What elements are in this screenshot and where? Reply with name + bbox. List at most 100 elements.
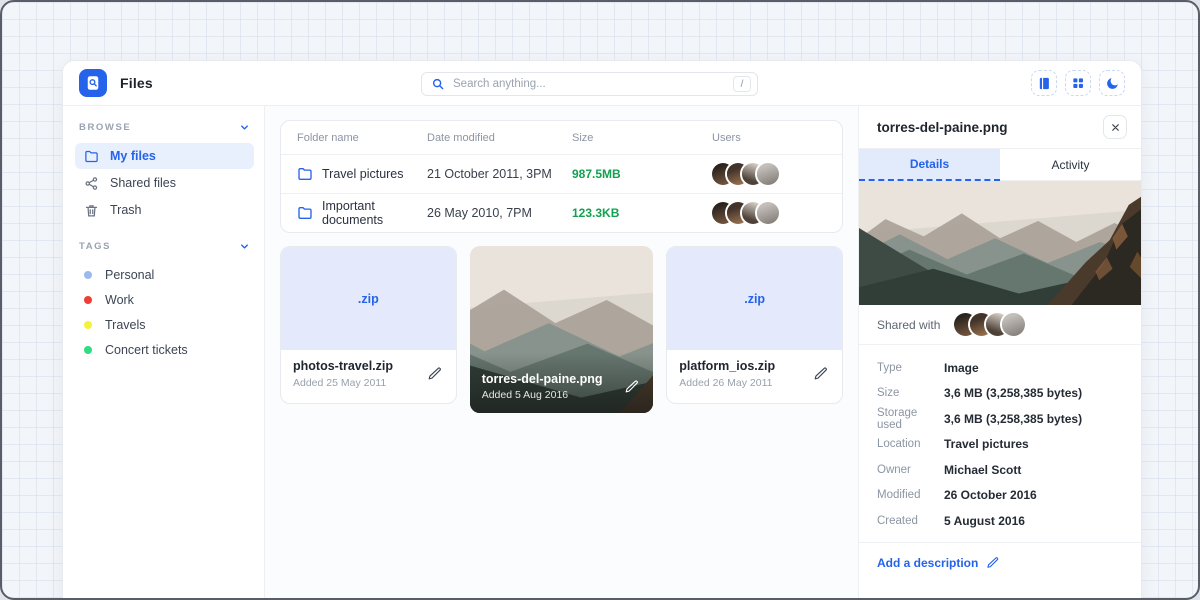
shared-with-label: Shared with <box>877 318 940 332</box>
column-size: Size <box>572 132 712 144</box>
tag-item-travels[interactable]: Travels <box>75 312 254 337</box>
main-content: Folder name Date modified Size Users Tra… <box>265 106 858 600</box>
size-value: 123.3KB <box>572 206 712 220</box>
detail-label: Size <box>877 387 944 399</box>
file-meta: platform_ios.zip Added 26 May 2011 <box>667 350 842 403</box>
date-modified: 26 May 2010, 7PM <box>427 206 572 220</box>
tab-activity[interactable]: Activity <box>1000 149 1141 181</box>
detail-value: 3,6 MB (3,258,385 bytes) <box>944 412 1082 426</box>
table-header: Folder name Date modified Size Users <box>281 121 842 154</box>
detail-value: Travel pictures <box>944 437 1029 451</box>
desktop-background: Files / <box>0 0 1200 600</box>
page-title: Files <box>120 75 153 91</box>
users-avatars <box>712 202 826 224</box>
panel-tabs: Details Activity <box>859 148 1141 181</box>
file-added-date: Added 25 May 2011 <box>293 377 444 389</box>
app-header: Files / <box>63 61 1141 106</box>
detail-row-storage-used: Storage used 3,6 MB (3,258,385 bytes) <box>877 406 1123 432</box>
grid-view-button[interactable] <box>1065 70 1091 96</box>
folder-name: Travel pictures <box>322 167 404 181</box>
detail-label: Modified <box>877 489 944 501</box>
trash-icon <box>84 203 99 218</box>
moon-icon <box>1105 76 1120 91</box>
tab-details[interactable]: Details <box>859 149 1000 181</box>
file-card-photos-travel-zip[interactable]: .zip photos-travel.zip Added 25 May 2011 <box>280 246 457 404</box>
edit-pencil-icon[interactable] <box>624 379 640 395</box>
detail-row-created: Created 5 August 2016 <box>877 508 1123 534</box>
file-details-list: Type Image Size 3,6 MB (3,258,385 bytes)… <box>859 345 1141 543</box>
details-panel: torres-del-paine.png Details Activity Sh… <box>858 106 1141 600</box>
chevron-down-icon[interactable] <box>239 241 250 252</box>
sidebar-item-my-files[interactable]: My files <box>75 143 254 169</box>
app-logo-icon <box>79 69 107 97</box>
tag-label: Concert tickets <box>105 343 188 357</box>
detail-label: Type <box>877 362 944 374</box>
folder-icon <box>297 205 313 221</box>
detail-value: 3,6 MB (3,258,385 bytes) <box>944 386 1082 400</box>
detail-row-owner: Owner Michael Scott <box>877 457 1123 483</box>
column-users: Users <box>712 132 826 144</box>
zip-extension-label: .zip <box>358 292 379 306</box>
detail-label: Owner <box>877 464 944 476</box>
file-card-torres-del-paine[interactable]: torres-del-paine.png Added 5 Aug 2016 <box>470 246 654 413</box>
table-row-important-documents[interactable]: Important documents 26 May 2010, 7PM 123… <box>281 193 842 232</box>
tag-dot-icon <box>84 271 92 279</box>
grid-icon <box>1071 76 1085 90</box>
shared-avatars <box>954 313 1025 336</box>
search-input[interactable] <box>453 78 725 90</box>
panel-title: torres-del-paine.png <box>877 120 1008 135</box>
tag-item-concert-tickets[interactable]: Concert tickets <box>75 337 254 362</box>
file-name: photos-travel.zip <box>293 359 444 373</box>
close-panel-button[interactable] <box>1103 115 1127 139</box>
edit-pencil-icon[interactable] <box>427 366 443 382</box>
folders-table: Folder name Date modified Size Users Tra… <box>280 120 843 233</box>
sidebar-item-shared-files[interactable]: Shared files <box>75 170 254 196</box>
file-name: torres-del-paine.png <box>482 372 603 386</box>
sidebar-item-label: My files <box>110 149 156 163</box>
detail-row-modified: Modified 26 October 2016 <box>877 483 1123 509</box>
share-icon <box>84 176 99 191</box>
dark-mode-button[interactable] <box>1099 70 1125 96</box>
detail-value: 26 October 2016 <box>944 488 1037 502</box>
file-card-platform-ios-zip[interactable]: .zip platform_ios.zip Added 26 May 2011 <box>666 246 843 404</box>
edit-pencil-icon[interactable] <box>813 366 829 382</box>
edit-pencil-icon <box>986 556 1000 570</box>
avatar <box>757 163 779 185</box>
avatar <box>757 202 779 224</box>
sidebar-item-trash[interactable]: Trash <box>75 197 254 223</box>
detail-label: Location <box>877 438 944 450</box>
tags-nav: Personal Work Travels Concert tickets <box>75 262 254 362</box>
notebook-button[interactable] <box>1031 70 1057 96</box>
files-app-window: Files / <box>62 60 1142 600</box>
tag-item-personal[interactable]: Personal <box>75 262 254 287</box>
tag-label: Travels <box>105 318 146 332</box>
detail-row-location: Location Travel pictures <box>877 432 1123 458</box>
search-bar[interactable]: / <box>421 72 758 96</box>
chevron-down-icon[interactable] <box>239 122 250 133</box>
detail-label: Storage used <box>877 407 944 431</box>
folder-name: Important documents <box>322 199 427 227</box>
zip-preview: .zip <box>281 247 456 350</box>
users-avatars <box>712 163 826 185</box>
panel-title-row: torres-del-paine.png <box>859 106 1141 148</box>
avatar <box>1002 313 1025 336</box>
detail-value: Image <box>944 361 979 375</box>
sidebar-section-tags: TAGS <box>75 241 254 252</box>
file-added-date: Added 26 May 2011 <box>679 377 830 389</box>
tag-item-work[interactable]: Work <box>75 287 254 312</box>
tag-label: Personal <box>105 268 154 282</box>
size-value: 987.5MB <box>572 167 712 181</box>
add-description-link[interactable]: Add a description <box>859 543 1141 583</box>
zip-extension-label: .zip <box>744 292 765 306</box>
date-modified: 21 October 2011, 3PM <box>427 167 572 181</box>
add-description-label: Add a description <box>877 556 978 570</box>
book-icon <box>1037 76 1052 91</box>
search-shortcut-badge: / <box>733 76 751 92</box>
tag-dot-icon <box>84 346 92 354</box>
tag-dot-icon <box>84 296 92 304</box>
close-icon <box>1110 122 1121 133</box>
detail-row-type: Type Image <box>877 355 1123 381</box>
file-added-date: Added 5 Aug 2016 <box>482 389 568 401</box>
column-folder-name: Folder name <box>297 132 427 144</box>
table-row-travel-pictures[interactable]: Travel pictures 21 October 2011, 3PM 987… <box>281 154 842 193</box>
